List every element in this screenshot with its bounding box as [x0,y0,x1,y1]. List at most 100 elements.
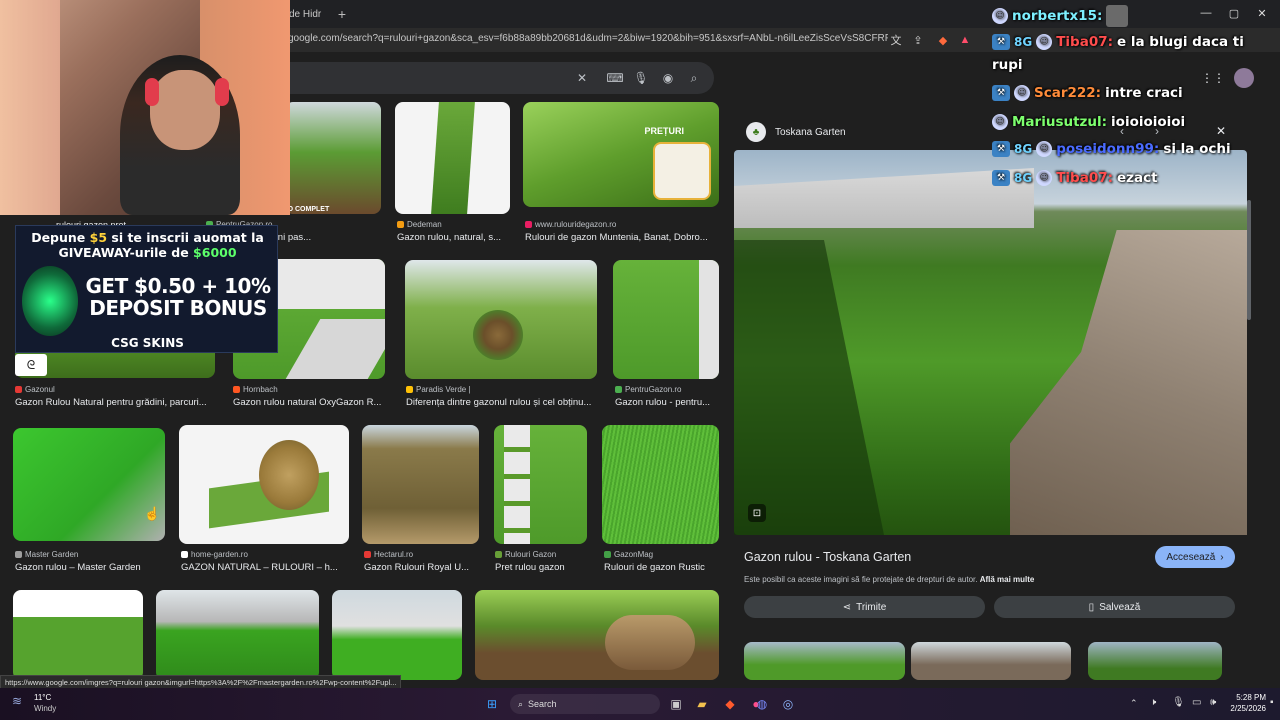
result-source-12: GazonMag [604,550,719,559]
mouse-cursor: ☝ [144,506,161,521]
chat-message-4: ☺ Mariusutzul: ioioioioioi [992,114,1185,130]
site-favicon: ♣ [746,122,766,142]
sponsor-ad-banner: Depune $5 si te inscrii auomat la GIVEAW… [15,225,278,353]
rewards-icon[interactable]: ▲ [957,32,973,48]
result-image-15[interactable] [332,590,462,680]
result-image-10[interactable] [362,425,479,544]
visit-button[interactable]: Accesează › [1155,546,1235,568]
brave-shield-icon[interactable]: ◆ [935,32,951,48]
google-avatar[interactable] [1234,68,1254,88]
brave-icon[interactable]: ◆ [720,694,740,714]
chat-message-6: ⚒ 8G ☺ Tiba07: ezact [992,170,1158,186]
result-caption-8[interactable]: Gazon rulou – Master Garden [15,562,175,573]
tray-chevron-icon[interactable]: ⌃ [1130,698,1138,709]
search-icon: ⌕ [518,698,524,709]
apps-grid-icon[interactable]: ⋮⋮ [1201,70,1225,86]
mic-icon[interactable]: 🎙 [633,70,649,86]
chat-message-2-cont: rupi [992,57,1023,73]
share-button[interactable]: ⋖ Trimite [744,596,985,618]
result-image-14[interactable] [156,590,319,680]
result-image-8[interactable] [13,428,165,541]
notifications-icon[interactable]: ▪ [1270,697,1274,708]
result-source-5: Hornbach [233,385,385,394]
clock-time[interactable]: 5:28 PM [1226,693,1266,702]
result-source-8: Master Garden [15,550,165,559]
result-caption-3[interactable]: Rulouri de gazon Muntenia, Banat, Dobro.… [525,232,719,243]
preview-site-name[interactable]: Toskana Garten [775,127,846,138]
partial-complet-label: D COMPLET [288,206,330,213]
translate-icon[interactable]: 文 [888,32,904,48]
emote-image [1106,5,1129,27]
result-caption-6[interactable]: Diferența dintre gazonul rulou și cel ob… [406,397,598,408]
bookmark-icon: ▯ [1088,601,1095,613]
result-image-6[interactable] [405,260,597,379]
taskbar-search[interactable]: ⌕ Search [510,694,660,714]
browser-tab[interactable]: de Hidr [289,4,321,24]
mic-tray-icon[interactable]: 🎙 [1172,697,1185,708]
scrollbar-thumb[interactable] [1247,200,1251,320]
result-source-4: Gazonul [15,385,215,394]
lens-search-icon[interactable]: ⊡ [748,504,766,522]
related-image-2[interactable] [911,642,1071,680]
result-image-2[interactable] [395,102,510,214]
result-source-11: Rulouri Gazon [495,550,590,559]
weather-icon[interactable]: ≋ [12,694,22,708]
share-icon: ⋖ [842,601,852,613]
result-source-10: Hectarul.ro [364,550,479,559]
result-image-12[interactable] [602,425,719,544]
weather-desc[interactable]: Windy [34,704,56,713]
chat-message-2: ⚒ 8G ☺ Tiba07: e la blugi daca ti [992,34,1244,50]
status-url-tooltip: https://www.google.com/imgres?q=rulouri … [0,675,402,689]
result-caption-4[interactable]: Gazon Rulou Natural pentru grădini, parc… [15,397,215,408]
result-caption-10[interactable]: Gazon Rulouri Royal U... [364,562,479,573]
result-caption-7[interactable]: Gazon rulou - pentru... [615,397,719,408]
task-view-icon[interactable]: ▣ [666,694,686,714]
related-image-3[interactable] [1088,642,1222,680]
result-image-7[interactable] [613,260,719,379]
result-caption-11[interactable]: Pret rulou gazon [495,562,590,573]
start-icon[interactable]: ⊞ [482,694,502,714]
ad-brand: CSG SKINS [111,336,184,350]
clear-icon[interactable]: ✕ [574,70,590,86]
result-caption-2[interactable]: Gazon rulou, natural, s... [397,232,512,243]
close-window-icon[interactable]: ✕ [1252,4,1272,22]
share-icon[interactable]: ⇪ [910,32,926,48]
steam-icon[interactable]: ◎ [778,694,798,714]
clock-date[interactable]: 2/25/2026 [1218,704,1266,713]
maximize-icon[interactable]: ▢ [1224,4,1244,22]
result-caption-9[interactable]: GAZON NATURAL – RULOURI – h... [181,562,349,573]
result-image-11[interactable] [494,425,587,544]
url-field[interactable]: google.com/search?q=rulouri+gazon&sca_es… [288,33,888,44]
file-explorer-icon[interactable]: ▰ [692,694,712,714]
monitor-icon[interactable]: ▭ [1192,697,1201,708]
result-image-3[interactable]: PREȚURI [523,102,719,207]
weather-temp[interactable]: 11°C [34,693,51,702]
learn-more-link[interactable]: Află mai multe [980,575,1035,584]
discord-icon[interactable]: ◍ [752,694,772,714]
close-preview-icon[interactable]: ✕ [1216,124,1226,138]
chat-message-1: ☺ norbertx15: [992,5,1132,27]
preview-title[interactable]: Gazon rulou - Toskana Garten [744,550,911,564]
lens-icon[interactable]: ◉ [660,70,676,86]
mascot-image [22,266,78,336]
copyright-notice: Este posibil ca aceste imagini să fie pr… [744,575,1035,584]
result-source-6: Paradis Verde | [406,385,598,394]
result-image-9[interactable] [179,425,349,544]
minimize-icon[interactable]: — [1196,4,1216,22]
new-tab-button[interactable]: + [335,4,349,24]
result-source-3: www.rulouridegazon.ro [525,220,715,229]
result-image-13[interactable] [13,590,143,680]
speaker-icon[interactable]: 🕨 [1150,697,1156,708]
result-caption-12[interactable]: Rulouri de gazon Rustic [604,562,719,573]
result-source-2: Dedeman [397,220,512,229]
gazonul-logo-icon: ᘓ [15,354,47,376]
search-icon[interactable]: ⌕ [686,70,702,86]
save-button[interactable]: ▯ Salvează [994,596,1235,618]
result-source-7: PentruGazon.ro [615,385,719,394]
related-image-1[interactable] [744,642,905,680]
result-image-16[interactable] [475,590,719,680]
volume-icon[interactable]: 🕪 [1210,697,1216,708]
keyboard-icon[interactable]: ⌨ [606,70,623,86]
result-image-1[interactable] [285,102,381,214]
result-caption-5[interactable]: Gazon rulou natural OxyGazon R... [233,397,387,408]
